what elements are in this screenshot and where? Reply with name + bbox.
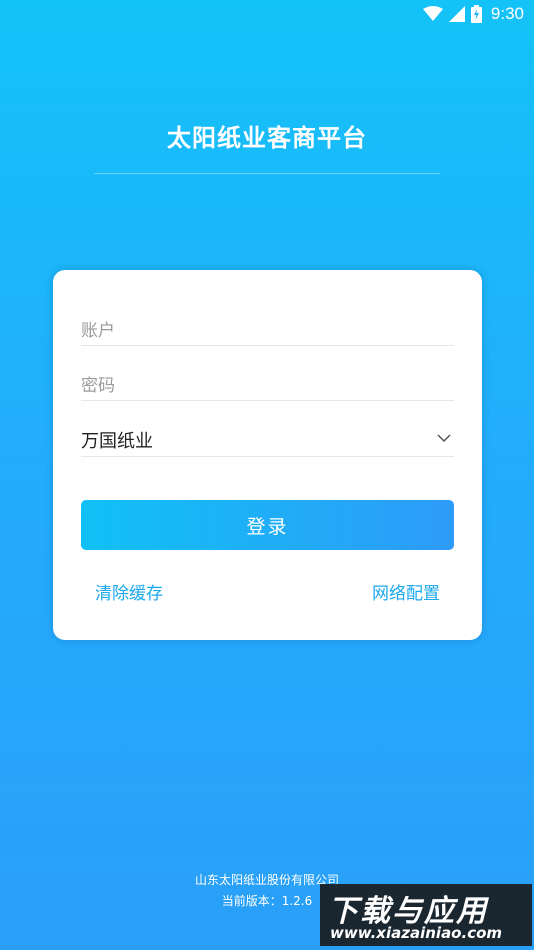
- company-select-value: 万国纸业: [81, 431, 153, 452]
- account-field[interactable]: [81, 317, 454, 346]
- chevron-down-icon: [437, 434, 451, 443]
- watermark-logo: 下载与应用 www.xiazainiao.com: [320, 884, 532, 946]
- wifi-icon: [422, 6, 443, 21]
- account-input[interactable]: [81, 317, 454, 345]
- title-divider: [94, 173, 440, 174]
- login-card: 万国纸业 登录 清除缓存 网络配置: [53, 270, 482, 640]
- company-select[interactable]: 万国纸业: [81, 428, 454, 457]
- status-bar: 9:30: [0, 0, 534, 28]
- app-title: 太阳纸业客商平台: [167, 124, 367, 152]
- status-icons: 9:30: [422, 4, 524, 24]
- battery-charging-icon: [470, 5, 482, 23]
- login-button[interactable]: 登录: [81, 500, 454, 550]
- password-input[interactable]: [81, 372, 454, 400]
- clear-cache-link[interactable]: 清除缓存: [95, 579, 163, 604]
- watermark-url: www.xiazainiao.com: [330, 924, 503, 942]
- network-config-link[interactable]: 网络配置: [372, 579, 440, 604]
- password-field[interactable]: [81, 372, 454, 401]
- signal-icon: [448, 6, 465, 22]
- clock: 9:30: [490, 4, 524, 23]
